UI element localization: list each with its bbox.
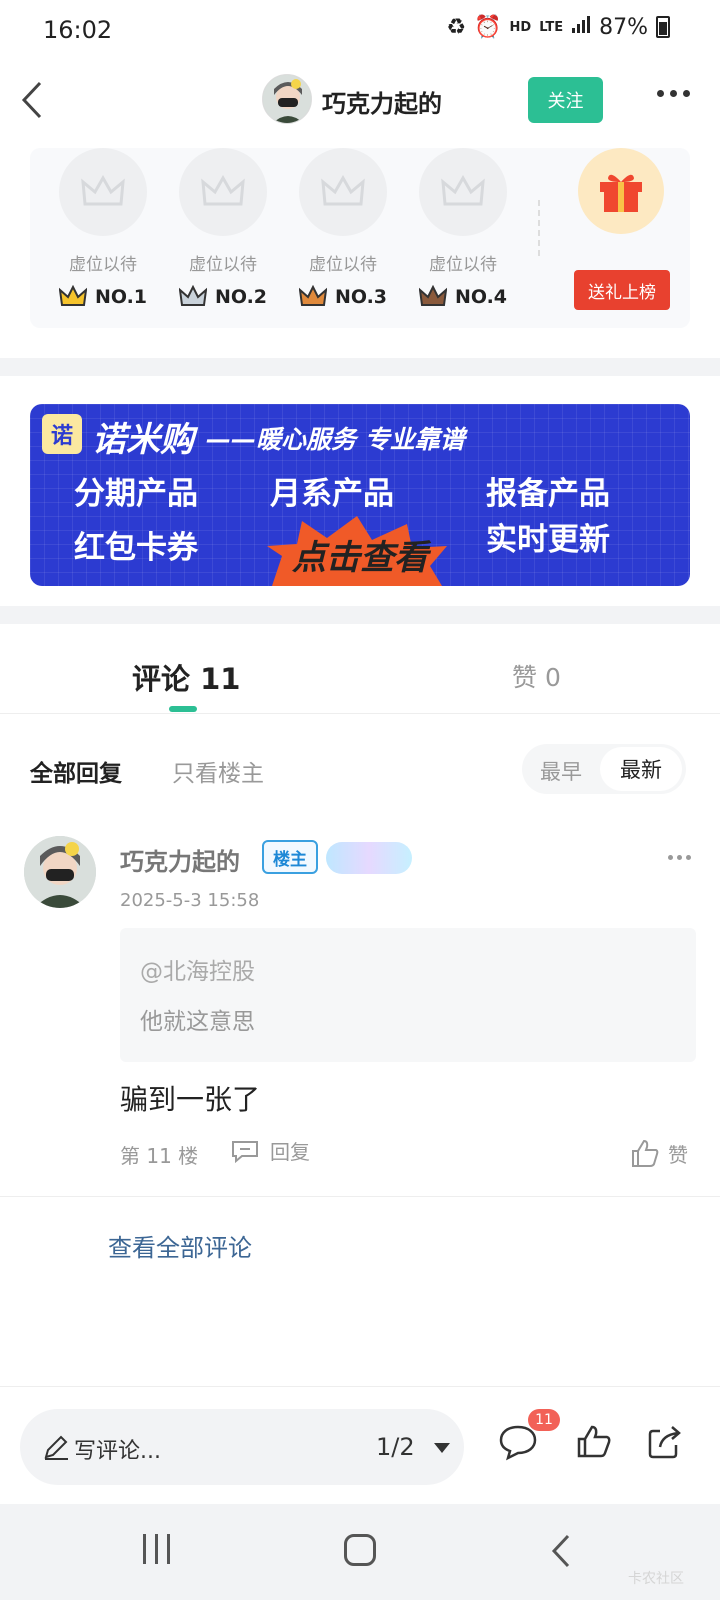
like-button[interactable]: 赞: [630, 1138, 688, 1168]
share-icon[interactable]: [646, 1423, 684, 1461]
bottom-action-bar: 写评论... 1/2 11: [0, 1386, 720, 1504]
section-divider: [0, 606, 720, 624]
crown-icon: [418, 285, 447, 306]
comment-count-badge: 11: [528, 1409, 560, 1431]
banner-logo: 诺: [42, 414, 82, 454]
rank-label: NO.1: [48, 285, 158, 309]
banner-cta[interactable]: 点击查看: [292, 530, 428, 579]
battery-icon: [656, 16, 670, 38]
quote-text: 他就这意思: [140, 1009, 255, 1035]
sort-earliest[interactable]: 最早: [540, 756, 582, 786]
header: 巧克力起的 关注: [0, 62, 720, 138]
banner-item: 分期产品: [74, 476, 198, 512]
crown-placeholder-icon: [179, 148, 267, 236]
banner-brand: 诺米购: [92, 420, 194, 460]
quoted-reply[interactable]: @北海控股 他就这意思: [120, 928, 696, 1062]
comment-time: 2025-5-3 15:58: [120, 890, 260, 911]
crown-placeholder-icon: [419, 148, 507, 236]
comment-author[interactable]: 巧克力起的: [120, 842, 240, 877]
system-nav-bar: 卡农社区: [0, 1504, 720, 1600]
comment-avatar[interactable]: [24, 836, 96, 908]
comment-input-placeholder: 写评论...: [74, 1439, 161, 1464]
tab-indicator: [169, 706, 197, 712]
pen-icon: [44, 1435, 68, 1460]
filter-all-replies[interactable]: 全部回复: [30, 754, 122, 788]
crown-placeholder-icon: [299, 148, 387, 236]
rank-label: NO.4: [408, 285, 518, 309]
owner-badge: 楼主: [262, 840, 318, 874]
follow-button[interactable]: 关注: [528, 77, 603, 123]
rank-label: NO.3: [288, 285, 398, 309]
level-badge-icon: [326, 842, 412, 874]
back-icon[interactable]: [18, 80, 48, 120]
tab-comments[interactable]: 评论 11: [132, 656, 240, 698]
more-icon[interactable]: [657, 90, 690, 97]
reply-filter: 全部回复 只看楼主 最早 最新: [0, 738, 720, 798]
banner-item: 红包卡券: [74, 530, 198, 566]
ad-banner[interactable]: 诺 诺米购 ——暖心服务 专业靠谱 分期产品 月系产品 报备产品 红包卡券 实时…: [30, 404, 690, 586]
section-divider: [0, 358, 720, 376]
recycle-icon: ♻: [446, 14, 467, 40]
rank-placeholder-text: 虚位以待: [189, 255, 257, 275]
gift-ranking-card: 虚位以待 NO.1 虚位以待 NO.2 虚位以待 NO.3 虚位以待 NO.4 …: [30, 148, 690, 328]
send-gift-button[interactable]: 送礼上榜: [574, 270, 670, 310]
watermark: 卡农社区: [628, 1571, 684, 1587]
rank-slot-1: 虚位以待 NO.1: [48, 148, 158, 309]
floor-label: 第 11 楼: [120, 1144, 199, 1168]
banner-slogan: ——暖心服务 专业靠谱: [206, 425, 465, 454]
rank-placeholder-text: 虚位以待: [429, 255, 497, 275]
header-avatar[interactable]: [262, 74, 312, 124]
comment-input[interactable]: 写评论... 1/2: [20, 1409, 464, 1485]
thumbs-up-icon[interactable]: [576, 1423, 612, 1459]
filter-owner-only[interactable]: 只看楼主: [172, 754, 264, 788]
home-icon[interactable]: [344, 1534, 376, 1566]
rank-label: NO.2: [168, 285, 278, 309]
comment-more-icon[interactable]: [668, 855, 691, 860]
page-indicator[interactable]: 1/2: [376, 1433, 415, 1461]
alarm-icon: ⏰: [474, 14, 502, 40]
hd-indicator: HD: [509, 19, 532, 35]
banner-item: 月系产品: [270, 476, 394, 512]
banner-item: 实时更新: [486, 522, 610, 558]
rank-placeholder-text: 虚位以待: [309, 255, 377, 275]
crown-placeholder-icon: [59, 148, 147, 236]
quote-user: @北海控股: [140, 959, 255, 985]
thumbs-up-icon: [632, 1139, 659, 1167]
banner-item: 报备产品: [486, 476, 610, 512]
crown-icon: [58, 285, 87, 306]
status-time: 16:02: [43, 16, 113, 44]
rank-divider: [538, 200, 540, 256]
recents-icon[interactable]: [143, 1534, 170, 1564]
header-title[interactable]: 巧克力起的: [322, 84, 442, 119]
nav-back-icon[interactable]: [550, 1534, 572, 1568]
chevron-down-icon[interactable]: [434, 1443, 450, 1453]
comment-text: 骗到一张了: [120, 1083, 261, 1116]
tab-bar: 评论 11 赞 0: [0, 626, 720, 714]
sort-latest[interactable]: 最新: [600, 747, 682, 791]
rank-slot-4: 虚位以待 NO.4: [408, 148, 518, 309]
crown-icon: [178, 285, 207, 306]
reply-button[interactable]: 回复: [230, 1136, 310, 1165]
status-icons: ♻ ⏰ HD LTE 87%: [446, 14, 670, 40]
divider: [0, 1196, 720, 1197]
rank-placeholder-text: 虚位以待: [69, 255, 137, 275]
sort-toggle: 最早 最新: [522, 744, 686, 794]
status-bar: 16:02 ♻ ⏰ HD LTE 87%: [0, 0, 720, 60]
battery-percent: 87%: [599, 14, 648, 40]
crown-icon: [298, 285, 327, 306]
rank-slot-3: 虚位以待 NO.3: [288, 148, 398, 309]
view-all-comments-link[interactable]: 查看全部评论: [108, 1228, 252, 1263]
rank-slot-2: 虚位以待 NO.2: [168, 148, 278, 309]
signal-icon: [571, 14, 591, 40]
gift-icon[interactable]: [578, 148, 664, 234]
network-indicator: LTE: [539, 19, 564, 35]
tab-likes[interactable]: 赞 0: [512, 658, 561, 694]
reply-icon: [232, 1140, 258, 1163]
